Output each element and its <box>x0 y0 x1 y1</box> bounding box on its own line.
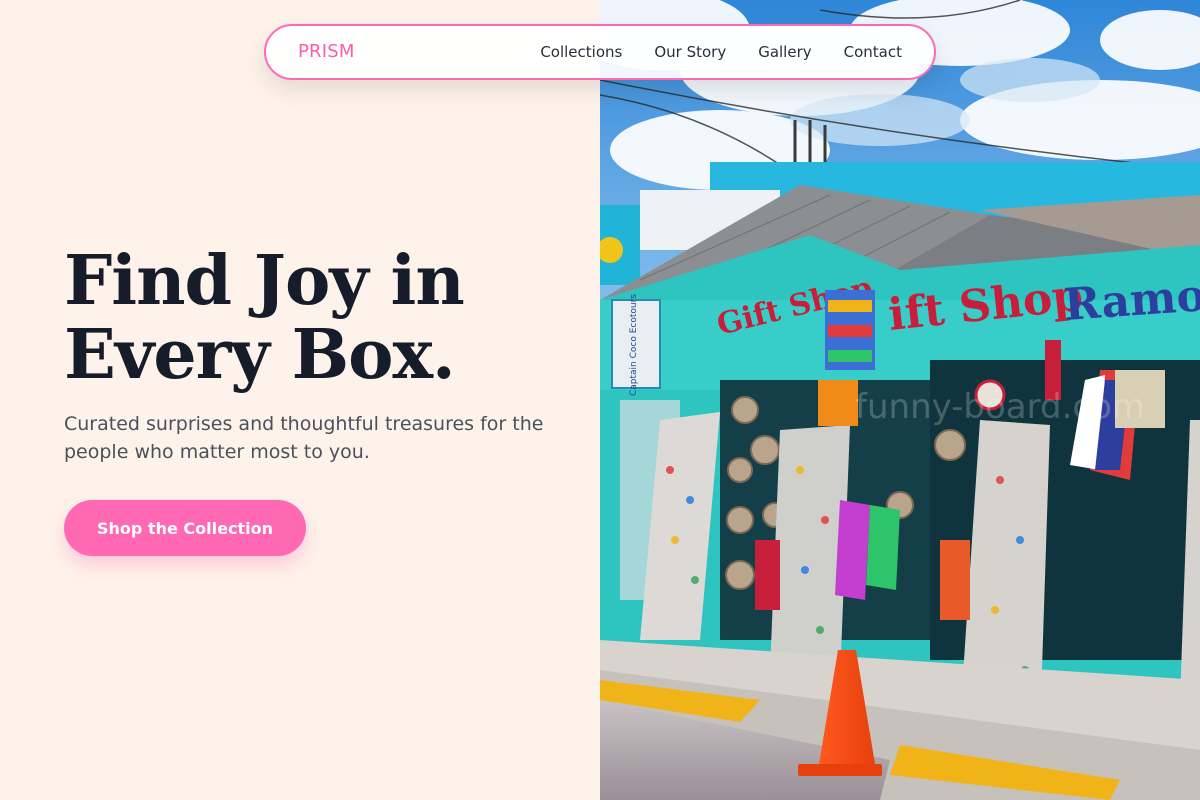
nav-links: Collections Our Story Gallery Contact <box>540 26 902 78</box>
hero-subtitle: Curated surprises and thoughtful treasur… <box>64 413 544 463</box>
hero-section: Find Joy in Every Box. Curated surprises… <box>0 0 600 800</box>
hero-title-line-1: Find Joy in <box>64 241 465 321</box>
nav-link-our-story[interactable]: Our Story <box>654 43 726 61</box>
main-navbar: PRISM Collections Our Story Gallery Cont… <box>264 24 936 80</box>
shop-collection-button[interactable]: Shop the Collection <box>64 500 306 556</box>
hero-photo: Gift Shop ift Shop Ramon Captain Coco Ec… <box>600 0 1200 800</box>
nav-link-gallery[interactable]: Gallery <box>758 43 811 61</box>
brand-logo[interactable]: PRISM <box>298 41 355 63</box>
hero-title: Find Joy in Every Box. <box>64 241 465 395</box>
nav-link-collections[interactable]: Collections <box>540 43 622 61</box>
photo-watermark: funny-board.com <box>855 387 1145 427</box>
small-sign-text: Captain Coco Ecotours <box>629 294 639 396</box>
gift-shop-photo: Gift Shop ift Shop Ramon Captain Coco Ec… <box>600 0 1200 800</box>
hero-title-line-2: Every Box. <box>64 315 456 395</box>
nav-link-contact[interactable]: Contact <box>844 43 902 61</box>
